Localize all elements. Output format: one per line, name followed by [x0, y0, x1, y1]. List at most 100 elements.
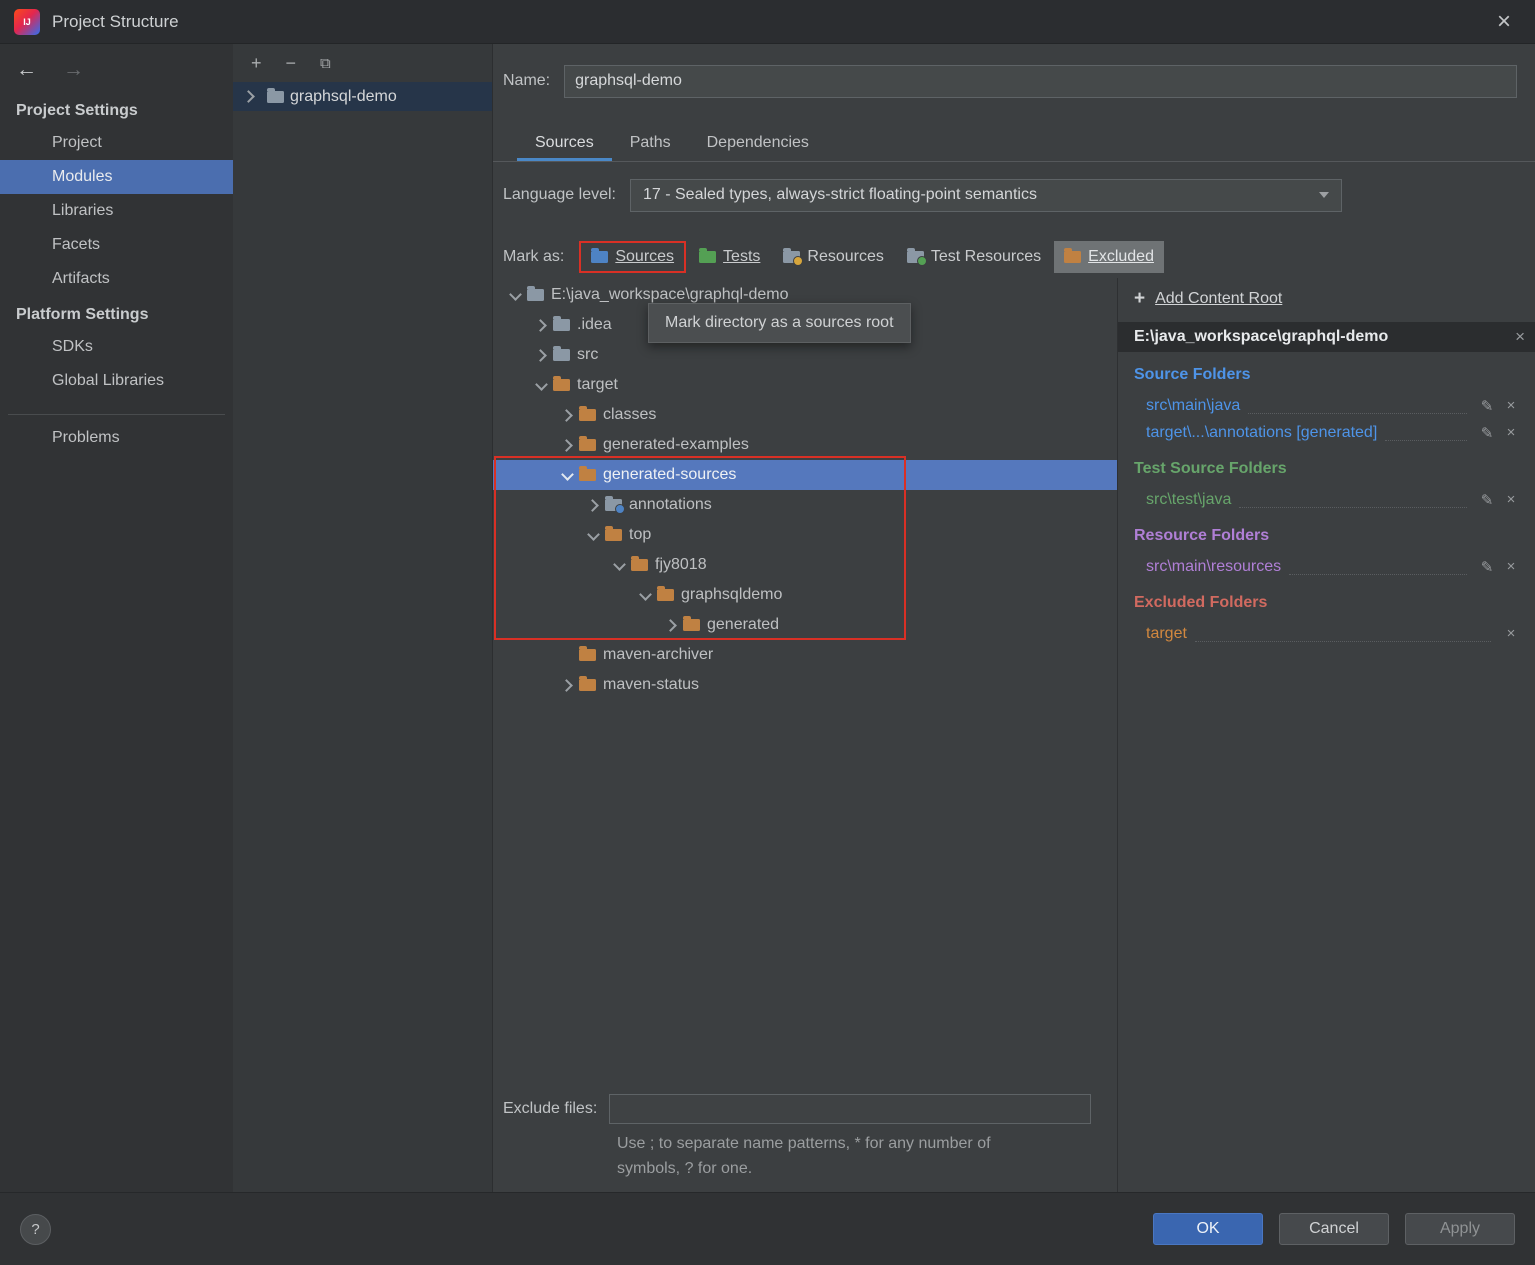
tree-row-annotations[interactable]: annotations: [493, 490, 1117, 520]
excluded-folder-item[interactable]: target ×: [1134, 620, 1523, 647]
dialog-body: ← → Project Settings Project Modules Lib…: [0, 44, 1535, 1192]
sidebar-item-artifacts[interactable]: Artifacts: [0, 262, 233, 296]
test-source-folder-item[interactable]: src\test\java ✎ ×: [1134, 486, 1523, 513]
dotted-leader: [1385, 440, 1467, 441]
chevron-down-icon[interactable]: [609, 555, 629, 575]
tree-row-label: src: [577, 346, 598, 364]
sources-lower-section: E:\java_workspace\graphql-demo .idea src: [493, 278, 1535, 1192]
copy-module-icon[interactable]: ⧉: [320, 56, 331, 71]
nav-arrows: ← →: [0, 50, 233, 92]
apply-button[interactable]: Apply: [1405, 1213, 1515, 1245]
tree-row-generated[interactable]: generated: [493, 610, 1117, 640]
sidebar-item-facets[interactable]: Facets: [0, 228, 233, 262]
language-level-select[interactable]: 17 - Sealed types, always-strict floatin…: [630, 179, 1342, 212]
chevron-right-icon[interactable]: [531, 345, 551, 365]
content-root-header[interactable]: E:\java_workspace\graphql-demo ×: [1118, 322, 1535, 352]
folder-icon: [553, 349, 570, 361]
intellij-logo-icon: IJ: [14, 9, 40, 35]
ok-button[interactable]: OK: [1153, 1213, 1263, 1245]
source-folder-link[interactable]: target\...\annotations [generated]: [1146, 424, 1377, 442]
resource-folder-link[interactable]: src\main\resources: [1146, 558, 1281, 576]
edit-icon[interactable]: ✎: [1475, 424, 1499, 442]
chevron-down-icon[interactable]: [505, 285, 525, 305]
tree-row-maven-archiver[interactable]: maven-archiver: [493, 640, 1117, 670]
chevron-right-icon[interactable]: [557, 675, 577, 695]
mark-tests-label: Tests: [723, 248, 760, 266]
chevron-right-icon[interactable]: [531, 315, 551, 335]
chevron-down-icon[interactable]: [635, 585, 655, 605]
hint-line-1: Use ; to separate name patterns, * for a…: [617, 1132, 1105, 1157]
source-folder-link[interactable]: src\main\java: [1146, 397, 1240, 415]
module-row-graphsql-demo[interactable]: graphsql-demo: [233, 82, 492, 111]
remove-icon[interactable]: ×: [1499, 424, 1523, 441]
chevron-right-icon[interactable]: [557, 405, 577, 425]
tree-row-generated-examples[interactable]: generated-examples: [493, 430, 1117, 460]
sidebar-item-global-libraries[interactable]: Global Libraries: [0, 364, 233, 398]
mark-sources-button[interactable]: Sources: [579, 241, 686, 273]
add-content-root-button[interactable]: + Add Content Root: [1118, 288, 1535, 322]
source-folder-item[interactable]: target\...\annotations [generated] ✎ ×: [1134, 419, 1523, 446]
mark-tests-button[interactable]: Tests: [689, 241, 770, 273]
excluded-folder-icon: [579, 439, 596, 451]
excluded-folder-link[interactable]: target: [1146, 625, 1187, 643]
module-name-input[interactable]: [564, 65, 1517, 98]
tree-row-target[interactable]: target: [493, 370, 1117, 400]
tab-paths[interactable]: Paths: [612, 124, 689, 161]
chevron-right-icon[interactable]: [583, 495, 603, 515]
chevron-down-icon[interactable]: [531, 375, 551, 395]
mark-resources-button[interactable]: Resources: [773, 241, 893, 273]
tree-row-classes[interactable]: classes: [493, 400, 1117, 430]
tab-sources[interactable]: Sources: [517, 124, 612, 161]
remove-icon[interactable]: ×: [1499, 558, 1523, 575]
remove-icon[interactable]: ×: [1499, 491, 1523, 508]
excluded-folder-icon: [579, 469, 596, 481]
forward-icon[interactable]: →: [63, 58, 84, 82]
help-button[interactable]: ?: [20, 1214, 51, 1245]
tree-row-maven-status[interactable]: maven-status: [493, 670, 1117, 700]
cancel-button[interactable]: Cancel: [1279, 1213, 1389, 1245]
exclude-files-input[interactable]: [609, 1094, 1091, 1124]
remove-icon[interactable]: ×: [1499, 397, 1523, 414]
remove-module-icon[interactable]: −: [286, 54, 297, 72]
chevron-down-icon[interactable]: [583, 525, 603, 545]
edit-icon[interactable]: ✎: [1475, 491, 1499, 509]
close-icon[interactable]: ×: [1487, 10, 1521, 34]
sidebar-item-libraries[interactable]: Libraries: [0, 194, 233, 228]
mark-directory-tooltip: Mark directory as a sources root: [648, 303, 911, 343]
sidebar-item-project[interactable]: Project: [0, 126, 233, 160]
back-icon[interactable]: ←: [16, 58, 37, 82]
add-module-icon[interactable]: +: [251, 54, 262, 72]
tab-dependencies[interactable]: Dependencies: [689, 124, 827, 161]
tree-row-top[interactable]: top: [493, 520, 1117, 550]
sidebar-item-modules[interactable]: Modules: [0, 160, 233, 194]
tree-row-graphsqldemo[interactable]: graphsqldemo: [493, 580, 1117, 610]
sidebar-item-problems[interactable]: Problems: [0, 421, 233, 455]
window-title: Project Structure: [52, 12, 179, 32]
resource-folder-item[interactable]: src\main\resources ✎ ×: [1134, 553, 1523, 580]
tree-row-label: generated-sources: [603, 466, 736, 484]
exclude-files-label: Exclude files:: [503, 1100, 597, 1118]
remove-icon[interactable]: ×: [1499, 625, 1523, 642]
source-folder-item[interactable]: src\main\java ✎ ×: [1134, 392, 1523, 419]
sidebar-item-sdks[interactable]: SDKs: [0, 330, 233, 364]
chevron-right-icon[interactable]: [557, 435, 577, 455]
mark-as-row: Mark as: Sources Tests Resources: [503, 236, 1517, 278]
tree-row-src[interactable]: src: [493, 340, 1117, 370]
chevron-right-icon[interactable]: [661, 615, 681, 635]
edit-icon[interactable]: ✎: [1475, 397, 1499, 415]
excluded-folders-title: Excluded Folders: [1134, 594, 1523, 612]
test-source-folder-link[interactable]: src\test\java: [1146, 491, 1231, 509]
remove-content-root-icon[interactable]: ×: [1515, 327, 1525, 347]
tree-row-fjy8018[interactable]: fjy8018: [493, 550, 1117, 580]
chevron-right-icon[interactable]: [239, 87, 259, 107]
edit-icon[interactable]: ✎: [1475, 558, 1499, 576]
resources-folder-icon: [783, 251, 800, 263]
tree-row-generated-sources[interactable]: generated-sources: [493, 460, 1117, 490]
exclude-files-section: Exclude files: Use ; to separate name pa…: [493, 1092, 1117, 1192]
mark-test-resources-button[interactable]: Test Resources: [897, 241, 1051, 273]
tree-row-label: top: [629, 526, 651, 544]
tree-row-label: .idea: [577, 316, 612, 334]
tree-row-label: maven-status: [603, 676, 699, 694]
chevron-down-icon[interactable]: [557, 465, 577, 485]
mark-excluded-button[interactable]: Excluded: [1054, 241, 1164, 273]
